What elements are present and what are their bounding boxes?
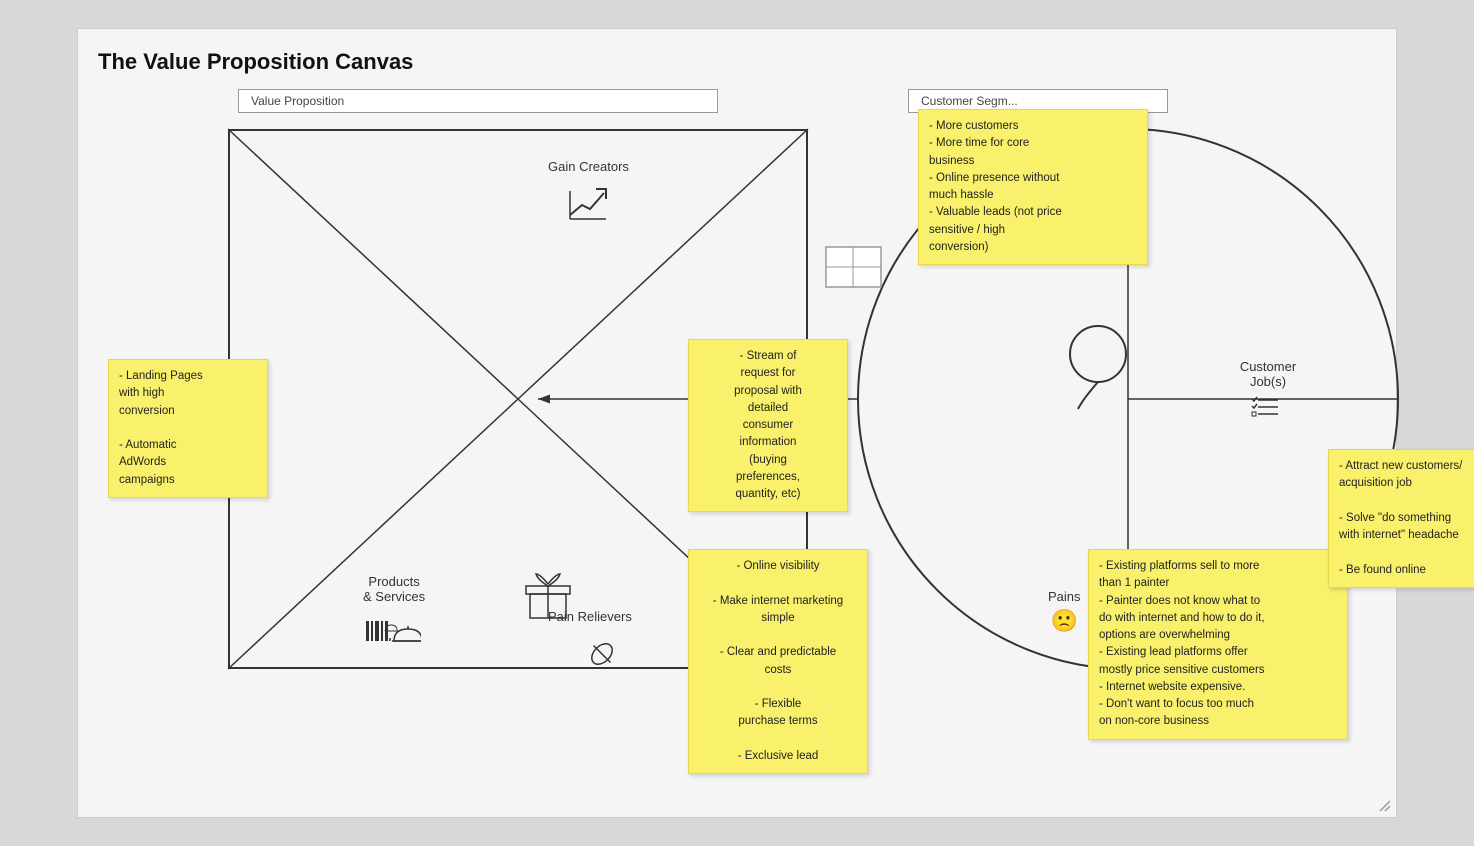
sticky-left-vp[interactable]: - Landing Pageswith highconversion- Auto…: [108, 359, 268, 498]
person-head-icon: [1058, 319, 1138, 424]
sticky-customer-jobs-right[interactable]: - Attract new customers/acquisition job-…: [1328, 449, 1474, 588]
label-value-proposition: Value Proposition: [238, 89, 718, 113]
sticky-gains[interactable]: - More customers- More time for corebusi…: [918, 109, 1148, 265]
section-label-pain-relievers: Pain Relievers: [548, 609, 632, 624]
section-label-customer-jobs: Customer Job(s): [1218, 359, 1318, 428]
sticky-pains-right[interactable]: - Existing platforms sell to morethan 1 …: [1088, 549, 1348, 740]
section-label-gain-creators: Gain Creators: [548, 159, 629, 174]
products-services-icon: [366, 619, 421, 656]
pain-relievers-icon: [583, 635, 621, 678]
gain-creators-icon: [568, 187, 608, 231]
sticky-gain-creators-center[interactable]: - Stream ofrequest forproposal withdetai…: [688, 339, 848, 512]
resize-handle[interactable]: [1378, 799, 1392, 813]
diagram-area: Gain Creators Products & Services: [208, 119, 1474, 739]
sticky-pain-relievers-center[interactable]: - Online visibility- Make internet marke…: [688, 549, 868, 774]
page-title: The Value Proposition Canvas: [98, 49, 1376, 75]
section-label-pains: Pains 🙁: [1048, 589, 1081, 634]
section-label-products-services: Products & Services: [363, 574, 425, 604]
canvas-wrapper: The Value Proposition Canvas Value Propo…: [77, 28, 1397, 818]
